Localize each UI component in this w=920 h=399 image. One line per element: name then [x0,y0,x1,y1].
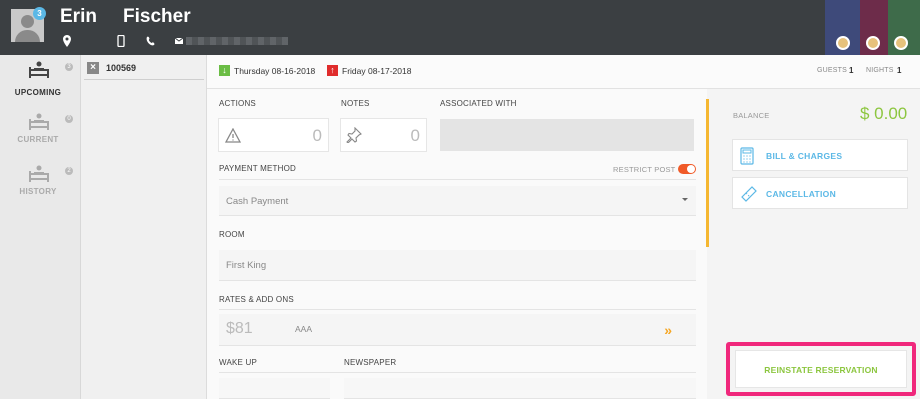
sidebar-item-label: HISTORY [19,187,57,196]
payment-method-value: Cash Payment [226,196,289,207]
guest-first-name[interactable]: Erin [60,6,97,28]
sidebar-count: 3 [65,63,73,71]
actions-label: ACTIONS [219,99,256,108]
email-icon[interactable] [174,35,184,47]
bill-charges-button[interactable]: BILL & CHARGES [732,139,908,171]
associated-with-field[interactable] [440,119,694,151]
newspaper-label: NEWSPAPER [344,358,397,367]
loyalty-card-1[interactable] [825,0,860,55]
payment-method-label: PAYMENT METHOD [219,164,297,173]
stay-dates-bar: ↓ Thursday 08-16-2018 ↑ Friday 08-17-201… [207,55,920,89]
section-accent-bar [706,99,709,247]
wake-up-field[interactable] [219,378,330,399]
sidebar-item-current[interactable]: 0 CURRENT [0,113,81,163]
nights-count[interactable]: 1 [897,66,901,75]
location-icon[interactable] [62,35,72,47]
reservation-number: 100569 [106,63,137,73]
toggle-knob [687,165,695,173]
bed-icon [29,113,49,130]
bed-icon [29,165,49,182]
rate-amount: $81 [226,320,253,337]
loyalty-card-2[interactable] [860,0,888,55]
restrict-post-toggle[interactable] [678,164,696,174]
sidebar-item-label: UPCOMING [14,88,62,97]
associated-label: ASSOCIATED WITH [440,99,517,108]
calculator-icon [740,147,754,165]
sidebar-count: 0 [65,115,73,123]
sidebar-count: 2 [65,167,73,175]
guests-label: GUESTS [817,67,847,74]
cancellation-label: CANCELLATION [766,189,837,199]
double-chevron-right-icon[interactable]: » [664,322,672,338]
email-redacted [186,37,288,45]
avatar-body [15,30,40,42]
actions-count: 0 [312,126,322,145]
close-icon[interactable]: × [87,62,99,74]
guest-last-name[interactable]: Fischer [123,6,191,28]
restrict-post-label: RESTRICT POST [613,165,676,174]
notes-count: 0 [410,126,420,145]
bed-icon [29,61,49,78]
divider [219,372,696,373]
loyalty-card-3[interactable] [888,0,920,55]
guest-header: 3 Erin Fischer [0,0,920,55]
loyalty-dot-icon [894,36,908,50]
list-item[interactable]: × 100569 [84,59,204,80]
divider [219,179,696,180]
reinstate-reservation-button[interactable]: REINSTATE RESERVATION [735,350,907,388]
sidebar-item-label: CURRENT [17,135,59,144]
payment-method-select[interactable]: Cash Payment [219,186,696,216]
avatar-head [21,15,34,28]
cancellation-button[interactable]: CANCELLATION [732,177,908,209]
warning-icon [225,128,241,143]
notes-label: NOTES [341,99,370,108]
loyalty-dot-icon [836,36,850,50]
actions-button[interactable]: 0 [218,118,329,152]
arrival-date[interactable]: Thursday 08-16-2018 [234,66,315,76]
guests-count[interactable]: 1 [849,66,853,75]
balance-label: BALANCE [733,111,770,120]
reinstate-reservation-label: REINSTATE RESERVATION [764,365,878,375]
notification-badge: 3 [33,7,46,20]
rates-label: RATES & ADD ONS [219,295,294,304]
reservation-list: × 100569 [81,55,207,399]
bill-charges-label: BILL & CHARGES [766,151,843,161]
sidebar-item-upcoming[interactable]: 3 UPCOMING [0,61,81,111]
chevron-down-icon [682,198,688,201]
room-field[interactable]: First King [219,250,696,281]
departure-date[interactable]: Friday 08-17-2018 [342,66,411,76]
rate-code: AAA [295,324,313,334]
rates-row[interactable]: $81 AAA » [219,314,696,346]
ticket-icon [741,186,757,202]
room-value: First King [226,260,267,271]
notes-button[interactable]: 0 [340,118,427,152]
loyalty-dot-icon [866,36,880,50]
nights-label: NIGHTS [866,67,894,74]
phone-icon[interactable] [145,35,155,47]
reservation-status-sidebar: 3 UPCOMING 0 CURRENT 2 HISTORY [0,55,81,399]
divider [219,309,696,310]
newspaper-field[interactable] [344,378,696,399]
sidebar-item-history[interactable]: 2 HISTORY [0,165,81,215]
room-label: ROOM [219,230,245,239]
balance-value: $ 0.00 [860,104,908,123]
wake-up-label: WAKE UP [219,358,257,367]
departure-arrow-icon: ↑ [327,65,338,76]
mobile-icon[interactable] [116,35,126,47]
arrival-arrow-icon: ↓ [219,65,230,76]
pin-icon [346,127,362,143]
